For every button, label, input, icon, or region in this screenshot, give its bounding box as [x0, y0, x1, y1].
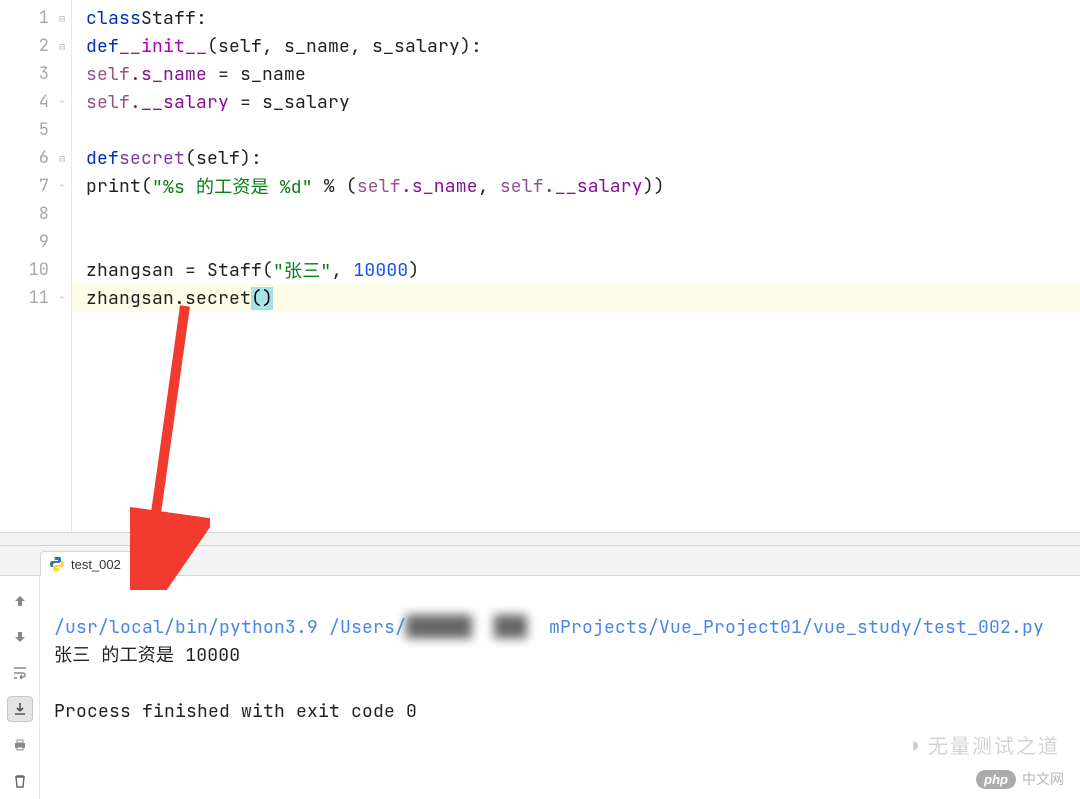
script-path: mProjects/Vue_Project01/vue_study/test_0… [549, 616, 1044, 639]
line-number: 1⊟ [0, 4, 71, 32]
down-arrow-icon[interactable] [7, 624, 33, 650]
line-number: 7⌃ [0, 172, 71, 200]
matching-bracket: ) [262, 287, 273, 310]
code-editor[interactable]: 1⊟ 2⊟ 3 4⌃ 5 6⊟ 7⌃ 8 9 10 11⌃ class Staf… [0, 0, 1080, 532]
line-number: 11⌃ [0, 284, 71, 312]
code-line-current[interactable]: zhangsan.secret() [72, 284, 1080, 312]
scroll-to-end-icon[interactable] [7, 696, 33, 722]
line-number: 9 [0, 228, 71, 256]
code-line[interactable]: def __init__(self, s_name, s_salary): [72, 32, 1080, 60]
fold-close-icon[interactable]: ⌃ [57, 181, 67, 191]
soft-wrap-icon[interactable] [7, 660, 33, 686]
code-line[interactable] [72, 200, 1080, 228]
run-console: /usr/local/bin/python3.9 /Users/██████ █… [0, 576, 1080, 799]
stdout-line: 张三 的工资是 10000 [54, 644, 240, 667]
line-number: 3 [0, 60, 71, 88]
php-text: 中文网 [1022, 769, 1064, 789]
run-tab-bar: test_002 × [0, 546, 1080, 576]
up-arrow-icon[interactable] [7, 588, 33, 614]
line-number: 5 [0, 116, 71, 144]
line-number: 4⌃ [0, 88, 71, 116]
exit-message: Process finished with exit code 0 [54, 700, 417, 723]
console-toolbar [0, 576, 40, 799]
wechat-icon: ◑ [907, 732, 920, 758]
console-output[interactable]: /usr/local/bin/python3.9 /Users/██████ █… [40, 576, 1080, 799]
fold-close-icon[interactable]: ⌃ [57, 293, 67, 303]
code-line[interactable]: self.s_name = s_name [72, 60, 1080, 88]
code-line[interactable] [72, 116, 1080, 144]
line-number: 2⊟ [0, 32, 71, 60]
fold-close-icon[interactable]: ⌃ [57, 97, 67, 107]
python-icon [49, 556, 65, 572]
php-badge: php [976, 770, 1016, 789]
close-icon[interactable]: × [131, 557, 139, 572]
watermark: ◑ 无量测试之道 [907, 730, 1060, 759]
run-tab-label: test_002 [71, 557, 121, 572]
print-icon[interactable] [7, 732, 33, 758]
watermark-text: 无量测试之道 [928, 730, 1060, 759]
code-line[interactable] [72, 228, 1080, 256]
panel-separator[interactable] [0, 532, 1080, 546]
fold-open-icon[interactable]: ⊟ [57, 153, 67, 163]
code-line[interactable]: def secret(self): [72, 144, 1080, 172]
code-content[interactable]: class Staff: def __init__(self, s_name, … [72, 0, 1080, 532]
watermark-secondary: php 中文网 [976, 769, 1064, 789]
fold-open-icon[interactable]: ⊟ [57, 41, 67, 51]
code-line[interactable]: self.__salary = s_salary [72, 88, 1080, 116]
code-line[interactable]: zhangsan = Staff("张三", 10000) [72, 256, 1080, 284]
line-number: 8 [0, 200, 71, 228]
fold-open-icon[interactable]: ⊟ [57, 13, 67, 23]
line-number: 10 [0, 256, 71, 284]
line-number: 6⊟ [0, 144, 71, 172]
run-tab[interactable]: test_002 × [40, 551, 149, 576]
matching-bracket: ( [251, 287, 262, 310]
line-number-gutter: 1⊟ 2⊟ 3 4⌃ 5 6⊟ 7⌃ 8 9 10 11⌃ [0, 0, 72, 532]
code-line[interactable]: print("%s 的工资是 %d" % (self.s_name, self.… [72, 172, 1080, 200]
code-line[interactable]: class Staff: [72, 4, 1080, 32]
interpreter-path: /usr/local/bin/python3.9 /Users/ [54, 616, 406, 639]
trash-icon[interactable] [7, 768, 33, 794]
obscured-path: ██████ ███ [406, 616, 527, 639]
